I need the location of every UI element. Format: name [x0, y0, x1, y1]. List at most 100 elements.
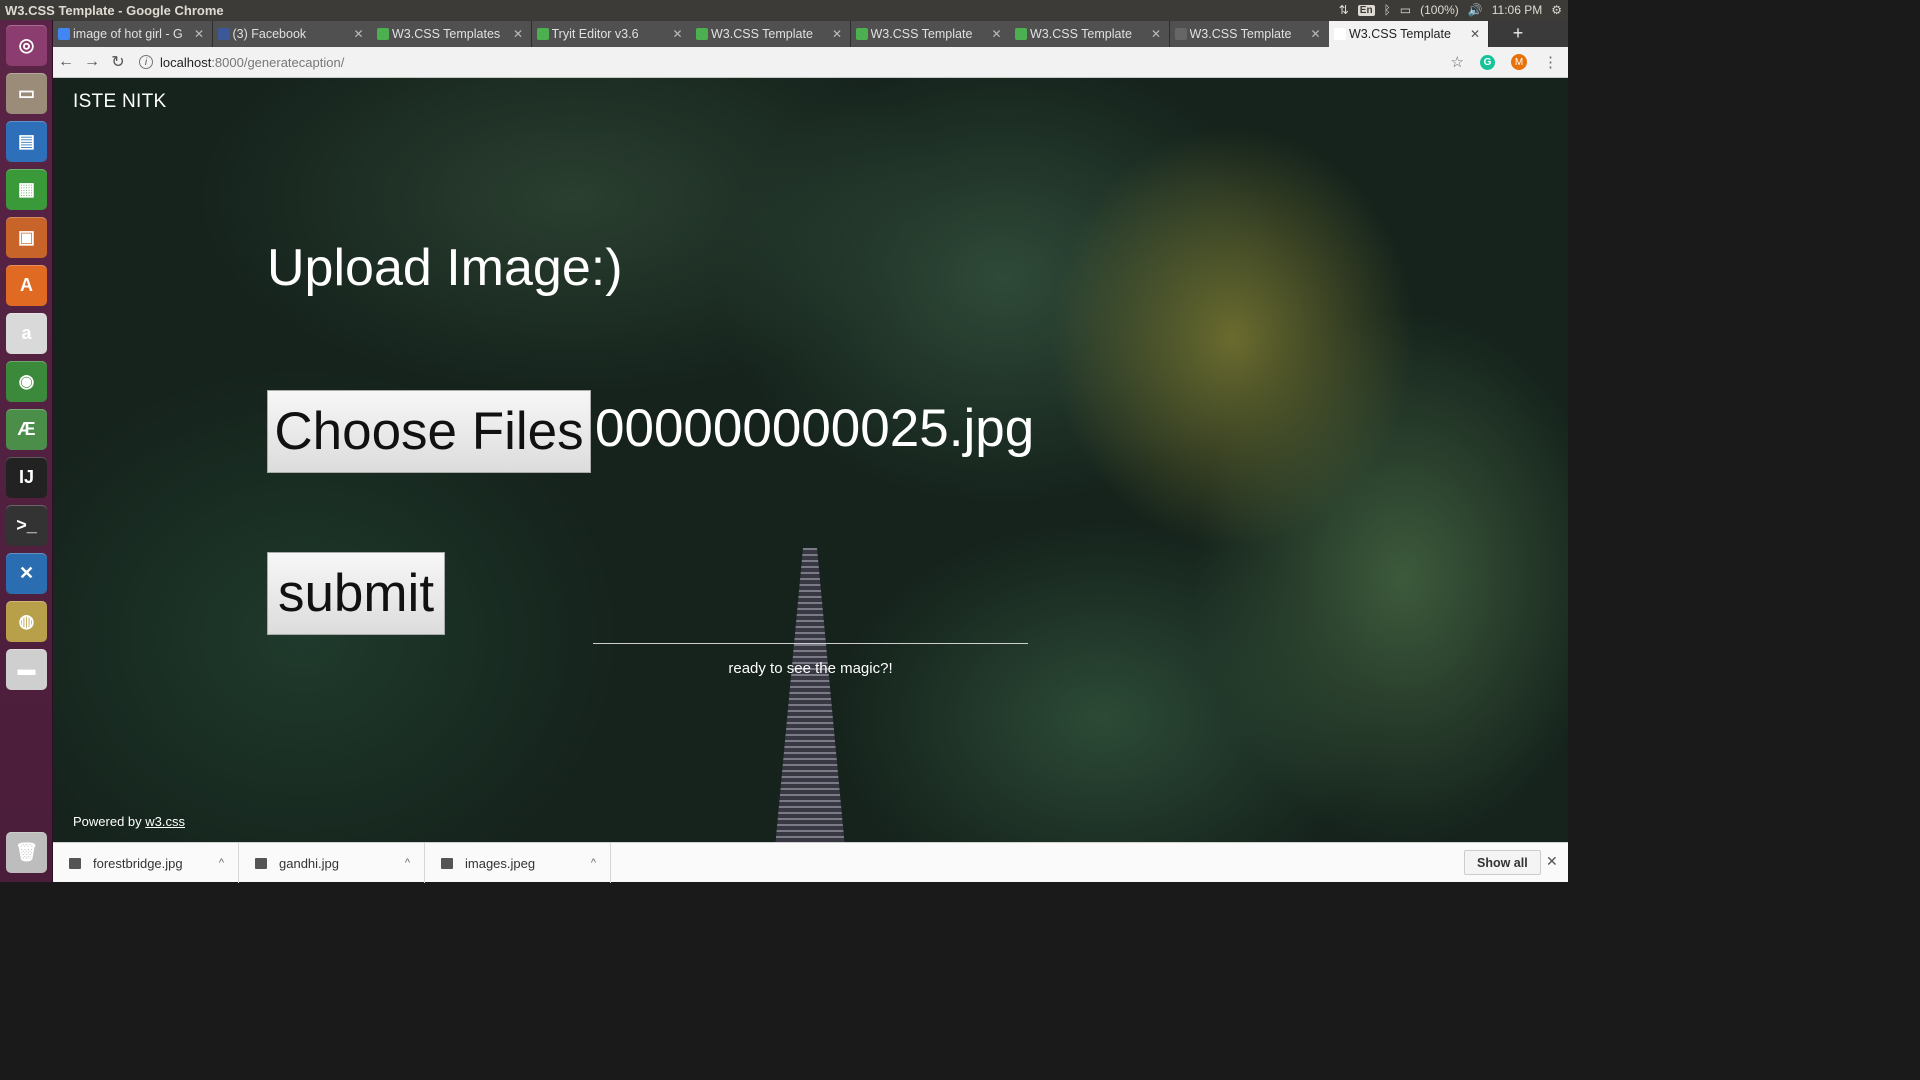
address-bar[interactable]: i localhost:8000/generatecaption/ [139, 55, 1451, 70]
w3css-link[interactable]: w3.css [145, 814, 185, 829]
tab-label: (3) Facebook [232, 27, 307, 41]
tab-label: W3.CSS Template [1349, 27, 1451, 41]
android-studio-icon[interactable]: Æ [6, 409, 47, 450]
files-icon[interactable]: ▭ [6, 73, 47, 114]
tab-close-icon[interactable]: ✕ [353, 27, 363, 41]
download-item[interactable]: images.jpeg ^ [425, 843, 611, 883]
download-item[interactable]: gandhi.jpg ^ [239, 843, 425, 883]
forward-button[interactable]: → [79, 53, 105, 71]
tab-favicon-icon [855, 28, 868, 40]
tab-favicon-icon [1015, 28, 1027, 40]
browser-tab[interactable]: W3.CSS Template ✕ [850, 21, 1011, 47]
new-tab-button[interactable]: + [1508, 23, 1528, 44]
software-center-icon[interactable]: A [6, 265, 47, 306]
page-content: ISTE NITK Upload Image:) Choose Files 00… [53, 78, 1568, 842]
download-options-chevron-icon[interactable]: ^ [405, 857, 424, 869]
tab-close-icon[interactable]: ✕ [832, 27, 842, 41]
window-title: W3.CSS Template - Google Chrome [5, 2, 224, 18]
system-tray: ⇅ En ᛒ ▭ (100%) 🔊 11:06 PM ⚙ [1339, 3, 1568, 17]
grammarly-extension-icon[interactable]: G [1480, 54, 1495, 70]
impress-icon[interactable]: ▣ [6, 217, 47, 258]
status-message: ready to see the magic?! [728, 660, 893, 677]
browser-tab[interactable]: W3.CSS Templates ✕ [372, 21, 532, 47]
tab-label: Tryit Editor v3.6 [551, 27, 639, 41]
clock[interactable]: 11:06 PM [1492, 3, 1542, 17]
download-item[interactable]: forestbridge.jpg ^ [53, 843, 239, 883]
url-host: localhost [160, 54, 212, 70]
vscode-icon[interactable]: ✕ [6, 553, 47, 594]
system-top-panel: W3.CSS Template - Google Chrome ⇅ En ᛒ ▭… [0, 0, 1568, 20]
browser-tab[interactable]: W3.CSS Template ✕ [1329, 21, 1489, 47]
page-title: Upload Image:) [267, 239, 623, 297]
tab-favicon-icon [1174, 28, 1187, 40]
footer: Powered by w3.css [73, 814, 185, 829]
footer-text: Powered by [73, 814, 146, 829]
unity-launcher: ◎ ▭ ▤ ▦ ▣ Aa ◉ Æ IJ >_ ✕ ◍ ▬ 🗑 [0, 20, 53, 882]
download-file-name: images.jpeg [465, 855, 536, 871]
show-all-downloads-button[interactable]: Show all [1464, 850, 1541, 875]
tab-close-icon[interactable]: ✕ [991, 27, 1001, 41]
tab-label: W3.CSS Template [1189, 27, 1292, 41]
download-file-name: forestbridge.jpg [93, 855, 183, 871]
browser-tab[interactable]: W3.CSS Template ✕ [1010, 21, 1170, 47]
battery-icon[interactable]: ▭ [1400, 3, 1411, 17]
chrome-icon[interactable]: ◉ [6, 361, 47, 402]
url-path: :8000/generatecaption/ [211, 54, 345, 70]
browser-tab[interactable]: (3) Facebook ✕ [212, 21, 373, 47]
bookmark-star-icon[interactable]: ☆ [1451, 53, 1464, 71]
bridge-background-image [775, 548, 845, 842]
terminal-icon[interactable]: >_ [6, 505, 47, 546]
volume-icon[interactable]: 🔊 [1468, 3, 1483, 17]
chrome-menu-icon[interactable]: ⋮ [1543, 53, 1558, 71]
ubuntu-dash-icon[interactable]: ◎ [6, 25, 47, 66]
browser-tab[interactable]: W3.CSS Template ✕ [691, 21, 851, 47]
tab-close-icon[interactable]: ✕ [513, 27, 523, 41]
browser-tab[interactable]: image of hot girl - G ✕ [53, 21, 213, 47]
drive-icon[interactable]: ▬ [6, 649, 47, 690]
calc-icon[interactable]: ▦ [6, 169, 47, 210]
tab-close-icon[interactable]: ✕ [1151, 27, 1161, 41]
tab-close-icon[interactable]: ✕ [194, 27, 204, 41]
tab-favicon-icon [217, 28, 230, 40]
submit-button[interactable]: submit [267, 552, 445, 635]
keyboard-layout-indicator[interactable]: En [1357, 4, 1375, 16]
image-file-icon [69, 857, 81, 869]
battery-level: (100%) [1420, 3, 1459, 17]
tab-close-icon[interactable]: ✕ [1470, 27, 1480, 41]
tab-label: W3.CSS Template [870, 27, 973, 41]
browser-toolbar: ← → ↻ i localhost:8000/generatecaption/ … [53, 47, 1568, 78]
close-downloads-bar-icon[interactable]: ✕ [1546, 853, 1558, 870]
tab-label: W3.CSS Template [711, 27, 813, 41]
tab-favicon-icon [1334, 28, 1346, 40]
selected-file-name: 000000000025.jpg [595, 399, 1035, 458]
profile-avatar[interactable]: M [1511, 54, 1527, 70]
trash-icon[interactable]: 🗑 [6, 832, 47, 873]
network-icon[interactable]: ⇅ [1339, 3, 1349, 17]
tab-favicon-icon [696, 28, 708, 40]
amazon-icon[interactable]: a [6, 313, 47, 354]
tab-label: W3.CSS Template [1030, 27, 1132, 41]
tab-label: image of hot girl - G [73, 27, 183, 41]
download-options-chevron-icon[interactable]: ^ [591, 857, 610, 869]
tab-close-icon[interactable]: ✕ [1310, 27, 1320, 41]
settings-gear-icon[interactable]: ⚙ [1551, 3, 1562, 17]
reload-button[interactable]: ↻ [105, 52, 131, 72]
choose-files-button[interactable]: Choose Files [267, 390, 591, 473]
browser-tab[interactable]: Tryit Editor v3.6 ✕ [531, 21, 692, 47]
back-button[interactable]: ← [53, 53, 79, 71]
browser-tab[interactable]: W3.CSS Template ✕ [1169, 21, 1330, 47]
tab-favicon-icon [377, 28, 389, 40]
site-brand-link[interactable]: ISTE NITK [73, 91, 167, 113]
download-options-chevron-icon[interactable]: ^ [219, 857, 238, 869]
tab-favicon-icon [58, 28, 70, 40]
bluetooth-icon[interactable]: ᛒ [1384, 3, 1391, 17]
site-info-icon[interactable]: i [139, 55, 153, 69]
writer-icon[interactable]: ▤ [6, 121, 47, 162]
image-viewer-icon[interactable]: ◍ [6, 601, 47, 642]
image-file-icon [441, 857, 453, 869]
browser-tab-strip: + image of hot girl - G ✕ (3) Facebook ✕ W3.… [53, 20, 1568, 47]
divider [593, 643, 1028, 644]
tab-close-icon[interactable]: ✕ [672, 27, 682, 41]
intellij-icon[interactable]: IJ [6, 457, 47, 498]
tab-favicon-icon [536, 28, 549, 40]
